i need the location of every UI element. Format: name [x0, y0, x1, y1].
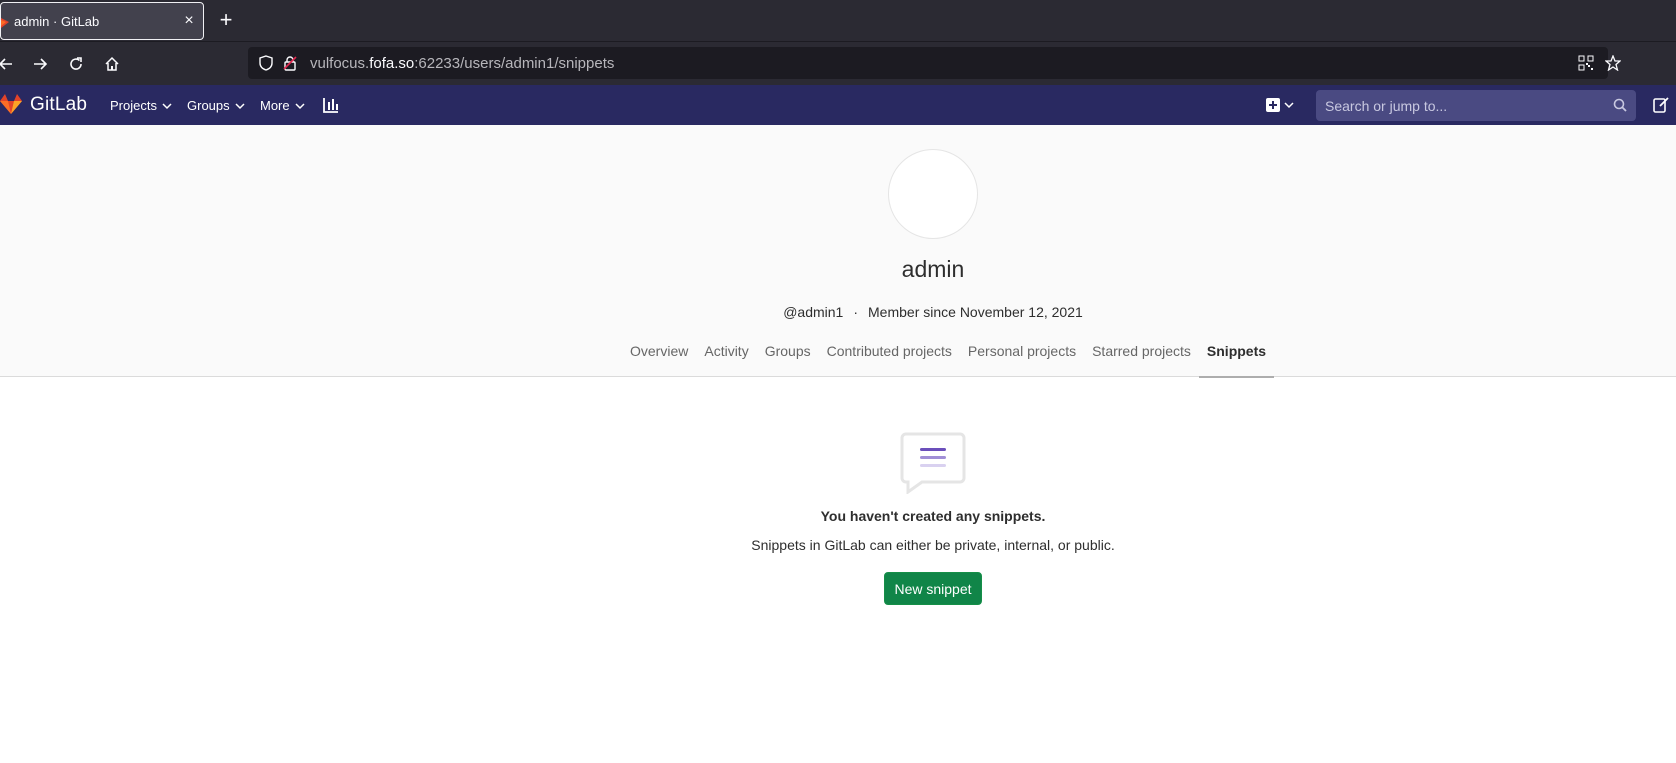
url-text: vulfocus.fofa.so:62233/users/admin1/snip…: [310, 55, 614, 72]
search-input[interactable]: Search or jump to...: [1316, 90, 1636, 121]
activity-chart-icon[interactable]: [322, 96, 340, 114]
member-since: Member since November 12, 2021: [868, 304, 1083, 320]
tab-title: admin · GitLab: [14, 14, 100, 29]
browser-toolbar: vulfocus.fofa.so:62233/users/admin1/snip…: [0, 41, 1676, 85]
tab-groups[interactable]: Groups: [757, 330, 819, 377]
groups-label: Groups: [187, 98, 230, 113]
home-icon[interactable]: [100, 52, 124, 76]
reload-icon[interactable]: [64, 52, 88, 76]
tab-overview[interactable]: Overview: [622, 330, 696, 377]
browser-tab-bar: admin · GitLab × +: [0, 0, 1676, 41]
url-prefix: vulfocus.: [310, 55, 370, 72]
close-tab-icon[interactable]: ×: [181, 11, 197, 31]
empty-state-description: Snippets in GitLab can either be private…: [751, 537, 1115, 553]
chevron-down-icon: [1284, 102, 1294, 109]
projects-dropdown[interactable]: Projects: [110, 98, 172, 113]
back-icon[interactable]: [0, 52, 18, 76]
groups-dropdown[interactable]: Groups: [187, 98, 245, 113]
shield-icon[interactable]: [258, 55, 274, 71]
gitlab-header: GitLab Projects Groups More Search or ju…: [0, 85, 1676, 125]
qr-code-icon[interactable]: [1578, 55, 1594, 71]
forward-icon[interactable]: [28, 52, 52, 76]
bookmark-star-icon[interactable]: [1605, 55, 1621, 71]
profile-tabs: Overview Activity Groups Contributed pro…: [622, 330, 1275, 378]
tab-personal-projects[interactable]: Personal projects: [960, 330, 1084, 377]
empty-state-title: You haven't created any snippets.: [820, 508, 1046, 524]
address-bar[interactable]: vulfocus.fofa.so:62233/users/admin1/snip…: [248, 47, 1621, 79]
user-meta: @admin1 · Member since November 12, 2021: [0, 304, 1676, 320]
user-name: admin: [901, 256, 965, 282]
url-path: :62233/users/admin1/snippets: [414, 55, 615, 72]
gitlab-brand[interactable]: GitLab: [30, 94, 87, 116]
new-snippet-button[interactable]: New snippet: [884, 572, 982, 605]
insecure-lock-icon[interactable]: [282, 55, 298, 71]
new-tab-button[interactable]: +: [216, 9, 236, 31]
search-placeholder: Search or jump to...: [1325, 98, 1448, 114]
more-label: More: [260, 98, 290, 113]
url-host: fofa.so: [369, 55, 415, 72]
todo-icon[interactable]: [1652, 96, 1670, 114]
projects-label: Projects: [110, 98, 157, 113]
meta-separator: ·: [853, 304, 859, 320]
tab-snippets[interactable]: Snippets: [1198, 330, 1275, 378]
snippet-speech-bubble-icon: [900, 432, 966, 494]
avatar[interactable]: [888, 149, 978, 239]
profile-header: admin @admin1 · Member since November 12, …: [0, 125, 1676, 378]
gitlab-logo-icon[interactable]: [0, 93, 22, 115]
chevron-down-icon: [235, 102, 245, 109]
chevron-down-icon: [295, 102, 305, 109]
tab-starred-projects[interactable]: Starred projects: [1084, 330, 1199, 377]
tab-activity[interactable]: Activity: [696, 330, 756, 377]
gitlab-favicon-icon: [1, 18, 9, 28]
search-icon: [1613, 98, 1627, 112]
plus-square-icon: [1266, 98, 1280, 112]
new-item-dropdown[interactable]: [1266, 96, 1298, 114]
chevron-down-icon: [162, 102, 172, 109]
username: @admin1: [783, 304, 844, 320]
more-dropdown[interactable]: More: [260, 98, 305, 113]
tab-contributed-projects[interactable]: Contributed projects: [819, 330, 960, 377]
browser-tab-active[interactable]: admin · GitLab ×: [0, 2, 204, 40]
